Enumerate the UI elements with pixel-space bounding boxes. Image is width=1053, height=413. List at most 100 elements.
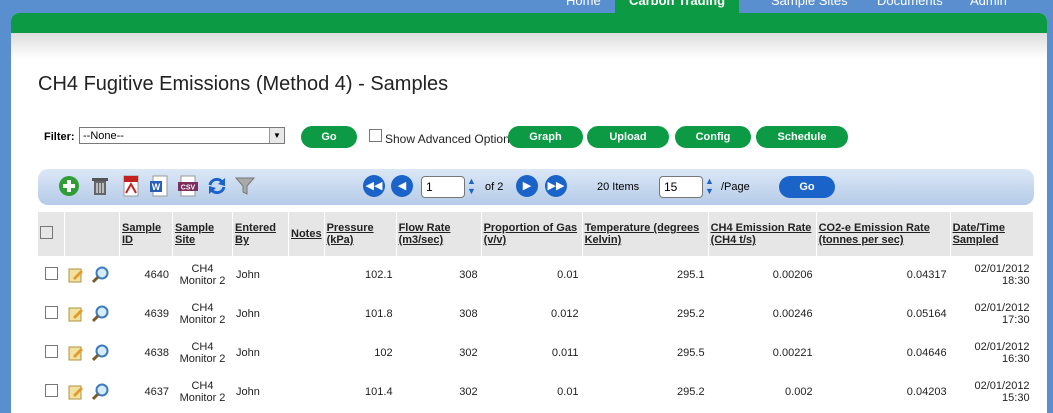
row-checkbox-cell: [38, 294, 65, 334]
cell-co2e-rate: 0.04203: [816, 372, 951, 412]
cell-entered-by: John: [232, 333, 289, 373]
filter-select[interactable]: --None-- ▼: [79, 127, 285, 144]
pager-go-button[interactable]: Go: [779, 176, 835, 198]
cell-notes: [288, 294, 325, 334]
nav-sample-sites[interactable]: Sample Sites: [771, 0, 848, 13]
view-icon[interactable]: [92, 266, 110, 284]
cell-sample-id: 4637: [119, 372, 173, 412]
row-actions-cell: [64, 372, 120, 412]
prev-page-button[interactable]: ◀: [391, 175, 413, 197]
actions-header: [64, 212, 120, 256]
row-checkbox[interactable]: [44, 306, 58, 319]
upload-button[interactable]: Upload: [587, 126, 669, 148]
view-icon[interactable]: [92, 344, 110, 362]
header-ch4-rate[interactable]: CH4 Emission Rate (CH4 t/s): [708, 212, 817, 256]
header-notes[interactable]: Notes: [288, 212, 325, 256]
grid-toolbar: W CSV ◀◀ ◀ 1 ▲ ▼ of 2 ▶ ▶▶ 20 Items 15 ▲ ▼…: [38, 169, 1034, 205]
cell-proportion: 0.01: [481, 256, 583, 295]
filter-icon[interactable]: [234, 175, 256, 197]
config-button[interactable]: Config: [675, 126, 751, 148]
top-navigation: Home Carbon Trading Sample Sites Documen…: [0, 0, 1053, 13]
cell-ch4-rate: 0.00221: [708, 333, 817, 373]
last-page-button[interactable]: ▶▶: [545, 175, 567, 197]
page-number-input[interactable]: 1: [421, 176, 465, 198]
per-page-label: /Page: [721, 181, 750, 193]
row-checkbox-cell: [38, 256, 65, 295]
item-count-label: 20 Items: [597, 181, 640, 193]
edit-icon[interactable]: [68, 306, 84, 322]
row-checkbox[interactable]: [44, 384, 58, 397]
row-actions-cell: [64, 256, 120, 295]
row-checkbox[interactable]: [44, 267, 58, 280]
cell-sample-site: CH4 Monitor 2: [172, 256, 233, 295]
table-row[interactable]: 4638 CH4 Monitor 2 John 102 302 0.011 29…: [38, 333, 1034, 373]
cell-co2e-rate: 0.04317: [816, 256, 951, 295]
trash-icon[interactable]: [89, 175, 111, 197]
view-icon[interactable]: [92, 305, 110, 323]
cell-datetime: 02/01/2012 18:30: [950, 256, 1034, 295]
header-flow-rate[interactable]: Flow Rate (m3/sec): [396, 212, 482, 256]
word-icon[interactable]: W: [149, 175, 171, 197]
graph-button[interactable]: Graph: [508, 126, 583, 148]
row-actions-cell: [64, 294, 120, 334]
nav-carbon-trading[interactable]: Carbon Trading: [615, 0, 740, 13]
cell-entered-by: John: [232, 256, 289, 295]
page-count-label: of 2: [485, 181, 504, 193]
table-row[interactable]: 4639 CH4 Monitor 2 John 101.8 308 0.012 …: [38, 294, 1034, 334]
header-co2e-rate[interactable]: CO2-e Emission Rate (tonnes per sec): [816, 212, 951, 256]
row-checkbox-cell: [38, 372, 65, 412]
nav-documents[interactable]: Documents: [877, 0, 943, 13]
edit-icon[interactable]: [68, 267, 84, 283]
cell-temperature: 295.1: [582, 256, 709, 295]
filter-go-button[interactable]: Go: [301, 126, 357, 148]
header-proportion[interactable]: Proportion of Gas (v/v): [481, 212, 583, 256]
header-temperature[interactable]: Temperature (degrees Kelvin): [582, 212, 709, 256]
add-icon[interactable]: [58, 175, 80, 197]
header-sample-id[interactable]: Sample ID: [119, 212, 173, 256]
refresh-icon[interactable]: [206, 175, 228, 197]
header-datetime[interactable]: Date/Time Sampled: [950, 212, 1034, 256]
select-all-checkbox[interactable]: [40, 226, 53, 239]
nav-admin[interactable]: Admin: [970, 0, 1007, 13]
cell-datetime: 02/01/2012 15:30: [950, 372, 1034, 412]
page-size-spinner-icon[interactable]: ▲ ▼: [705, 176, 714, 196]
view-icon[interactable]: [92, 383, 110, 401]
cell-notes: [288, 256, 325, 295]
cell-temperature: 295.2: [582, 294, 709, 334]
cell-sample-site: CH4 Monitor 2: [172, 333, 233, 373]
cell-entered-by: John: [232, 294, 289, 334]
cell-pressure: 101.8: [324, 294, 397, 334]
csv-icon[interactable]: CSV: [177, 175, 199, 197]
cell-flow-rate: 308: [396, 256, 482, 295]
pdf-icon[interactable]: [120, 175, 142, 197]
nav-home[interactable]: Home: [566, 0, 601, 13]
table-row[interactable]: 4637 CH4 Monitor 2 John 101.4 302 0.01 2…: [38, 372, 1034, 412]
cell-pressure: 102.1: [324, 256, 397, 295]
cell-flow-rate: 308: [396, 294, 482, 334]
cell-notes: [288, 333, 325, 373]
show-advanced-label: Show Advanced Options: [385, 132, 516, 146]
page-title: CH4 Fugitive Emissions (Method 4) - Samp…: [38, 73, 449, 95]
table-row[interactable]: 4640 CH4 Monitor 2 John 102.1 308 0.01 2…: [38, 256, 1034, 295]
samples-table: Sample ID Sample Site Entered By Notes P…: [38, 212, 1034, 412]
page-spinner-icon[interactable]: ▲ ▼: [467, 176, 476, 196]
show-advanced-checkbox[interactable]: [369, 129, 382, 142]
content-frame: CH4 Fugitive Emissions (Method 4) - Samp…: [11, 13, 1047, 413]
cell-datetime: 02/01/2012 17:30: [950, 294, 1034, 334]
header-entered-by[interactable]: Entered By: [232, 212, 289, 256]
edit-icon[interactable]: [68, 345, 84, 361]
first-page-button[interactable]: ◀◀: [363, 175, 385, 197]
cell-sample-site: CH4 Monitor 2: [172, 372, 233, 412]
header-pressure[interactable]: Pressure (kPa): [324, 212, 397, 256]
page-size-input[interactable]: 15: [659, 176, 703, 198]
header-sample-site[interactable]: Sample Site: [172, 212, 233, 256]
dropdown-arrow-icon[interactable]: ▼: [269, 128, 284, 143]
cell-ch4-rate: 0.00246: [708, 294, 817, 334]
row-checkbox[interactable]: [44, 345, 58, 358]
next-page-button[interactable]: ▶: [516, 175, 538, 197]
table-header-row: Sample ID Sample Site Entered By Notes P…: [38, 212, 1034, 256]
cell-pressure: 101.4: [324, 372, 397, 412]
edit-icon[interactable]: [68, 384, 84, 400]
schedule-button[interactable]: Schedule: [756, 126, 848, 148]
filter-select-value: --None--: [83, 130, 124, 142]
